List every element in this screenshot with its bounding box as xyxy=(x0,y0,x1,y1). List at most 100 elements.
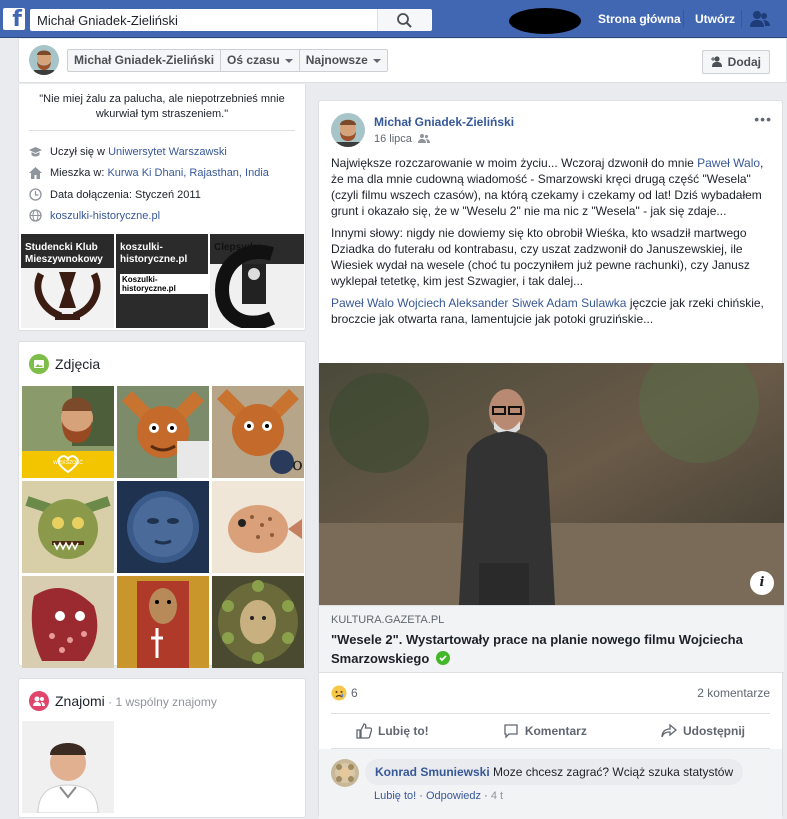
post-date[interactable]: 16 lipca xyxy=(374,133,412,145)
joined-text: Data dołączenia: Styczeń 2011 xyxy=(50,188,201,201)
featured-label: koszulki-historyczne.pl xyxy=(120,242,188,265)
comment-time[interactable]: 4 t xyxy=(491,790,503,802)
timeline-dropdown[interactable]: Oś czasu xyxy=(221,50,300,71)
photo-thumbnail[interactable]: o xyxy=(212,386,304,478)
location-prefix: Mieszka w: xyxy=(50,167,105,179)
post-paragraph: Paweł Walo Wojciech Aleksander Siwek Ada… xyxy=(331,295,771,327)
link-preview-meta[interactable]: KULTURA.GAZETA.PL "Wesele 2". Wystartowa… xyxy=(319,605,784,673)
friends-card: Znajomi · 1 wspólny znajomy xyxy=(18,678,306,818)
svg-text:o: o xyxy=(292,454,303,475)
divider xyxy=(29,130,295,131)
featured-item[interactable]: koszulki-historyczne.pl Koszulki-history… xyxy=(116,234,208,328)
photo-thumbnail[interactable] xyxy=(117,386,209,478)
photo-thumbnail[interactable] xyxy=(22,481,114,573)
featured-label: Studencki Klub Mieszywnokowy xyxy=(25,242,103,265)
thumbs-up-icon xyxy=(356,723,372,739)
nav-home-link[interactable]: Strona główna xyxy=(598,12,681,26)
sort-label: Najnowsze xyxy=(305,53,368,67)
friend-thumbnail[interactable] xyxy=(22,721,114,813)
education-link[interactable]: Uniwersytet Warszawski xyxy=(108,146,227,158)
clock-icon xyxy=(29,188,42,201)
post-author-name[interactable]: Michał Gniadek-Zieliński xyxy=(374,115,514,129)
education-row: Uczył się w Uniwersytet Warszawski xyxy=(29,146,227,158)
sort-dropdown[interactable]: Najnowsze xyxy=(300,50,387,71)
search-button[interactable] xyxy=(377,9,431,31)
photo-thumbnail[interactable] xyxy=(117,481,209,573)
mention-links[interactable]: Paweł Walo Wojciech Aleksander Siwek Ada… xyxy=(331,296,626,310)
comment-button[interactable]: Komentarz xyxy=(503,723,587,739)
verified-check-icon xyxy=(435,651,450,665)
link-preview-image[interactable]: i xyxy=(319,363,784,605)
chevron-down-icon xyxy=(284,58,293,63)
mention-link[interactable]: Paweł Walo xyxy=(697,156,760,170)
add-friend-button[interactable]: Dodaj xyxy=(701,50,770,74)
location-link[interactable]: Kurwa Ki Dhani, Rajasthan, India xyxy=(107,167,268,179)
comment-text: Moze chcesz zagrać? Wciąż szuka statystó… xyxy=(489,765,734,779)
post-text-part: Największe rozczarowanie w moim życiu...… xyxy=(331,156,698,170)
share-icon xyxy=(661,723,677,738)
search-input[interactable] xyxy=(31,10,391,30)
friends-audience-icon[interactable] xyxy=(417,133,430,143)
joined-row: Data dołączenia: Styczeń 2011 xyxy=(29,188,201,201)
photo-overlay-text: WIĘKSZOŚĆ xyxy=(53,458,83,466)
intro-card: "Nie miej żalu za palucha, ale niepotrze… xyxy=(18,84,306,331)
reaction-summary[interactable]: 6 xyxy=(331,685,358,701)
profile-name-tab[interactable]: Michał Gniadek-Zieliński xyxy=(68,50,222,71)
comment-label: Komentarz xyxy=(524,724,587,738)
education-prefix: Uczył się w xyxy=(50,146,106,158)
commenter-name[interactable]: Konrad Smuniewski xyxy=(375,765,490,779)
mutual-friends-count[interactable]: · 1 wspólny znajomy xyxy=(105,695,217,709)
post-options-icon[interactable]: ••• xyxy=(754,111,772,127)
photos-card: Zdjęcia WIĘKSZOŚĆ o xyxy=(18,341,306,668)
comment-bubble: Konrad Smuniewski Moze chcesz zagrać? Wc… xyxy=(365,759,744,785)
nav-divider xyxy=(741,10,742,28)
comment-reply-link[interactable]: Odpowiedz xyxy=(426,790,481,802)
website-row: koszulki-historyczne.pl xyxy=(29,209,160,222)
post-timestamp-row: 16 lipca xyxy=(374,133,430,145)
link-title: "Wesele 2". Wystartowały prace na planie… xyxy=(331,632,743,666)
photo-thumbnail[interactable] xyxy=(117,576,209,668)
share-button[interactable]: Udostępnij xyxy=(661,723,745,739)
post-paragraph: Innymi słowy: nigdy nie dowiemy się kto … xyxy=(331,226,750,288)
reaction-count: 6 xyxy=(351,686,358,700)
photo-thumbnail[interactable] xyxy=(212,481,304,573)
add-person-icon xyxy=(710,56,722,67)
friends-title[interactable]: Znajomi xyxy=(55,693,105,709)
comment-meta: Lubię to! · Odpowiedz · 4 t xyxy=(374,790,504,802)
comment-icon xyxy=(504,724,518,739)
search-icon xyxy=(397,13,412,28)
photo-icon xyxy=(29,354,49,374)
post-body: Największe rozczarowanie w moim życiu...… xyxy=(331,155,771,333)
commenter-avatar[interactable] xyxy=(331,759,359,787)
search-box xyxy=(30,9,432,31)
photo-thumbnail[interactable] xyxy=(212,576,304,668)
comment-like-link[interactable]: Lubię to! xyxy=(374,790,416,802)
redacted-area xyxy=(509,8,581,34)
photo-thumbnail[interactable]: WIĘKSZOŚĆ xyxy=(22,386,114,478)
profile-navigation-bar: Michał Gniadek-Zieliński Oś czasu Najnow… xyxy=(18,39,787,83)
post-author-avatar[interactable] xyxy=(331,113,365,147)
chevron-down-icon xyxy=(372,58,381,63)
nav-create-link[interactable]: Utwórz xyxy=(695,12,735,26)
top-navigation-bar: f Strona główna Utwórz xyxy=(0,0,787,38)
featured-item[interactable]: Clepsydra xyxy=(210,234,304,328)
nav-divider xyxy=(683,10,684,28)
profile-avatar[interactable] xyxy=(29,45,59,75)
facebook-logo-icon[interactable]: f xyxy=(3,8,25,30)
friend-requests-icon[interactable] xyxy=(750,10,770,28)
info-icon[interactable]: i xyxy=(750,571,774,595)
add-label: Dodaj xyxy=(727,55,761,69)
website-link[interactable]: koszulki-historyczne.pl xyxy=(50,210,160,222)
featured-item[interactable]: Studencki Klub Mieszywnokowy xyxy=(21,234,114,328)
home-icon xyxy=(29,167,42,179)
photos-title[interactable]: Zdjęcia xyxy=(55,356,100,372)
like-button[interactable]: Lubię to! xyxy=(356,723,429,739)
comment-count[interactable]: 2 komentarze xyxy=(697,686,770,700)
link-title-row: "Wesele 2". Wystartowały prace na planie… xyxy=(331,630,751,668)
like-label: Lubię to! xyxy=(378,724,429,738)
location-row: Mieszka w: Kurwa Ki Dhani, Rajasthan, In… xyxy=(29,167,269,179)
post-actions: Lubię to! Komentarz Udostępnij xyxy=(331,713,770,749)
photo-thumbnail[interactable] xyxy=(22,576,114,668)
friends-icon xyxy=(29,691,49,711)
post-card: Michał Gniadek-Zieliński 16 lipca ••• Na… xyxy=(318,100,784,819)
